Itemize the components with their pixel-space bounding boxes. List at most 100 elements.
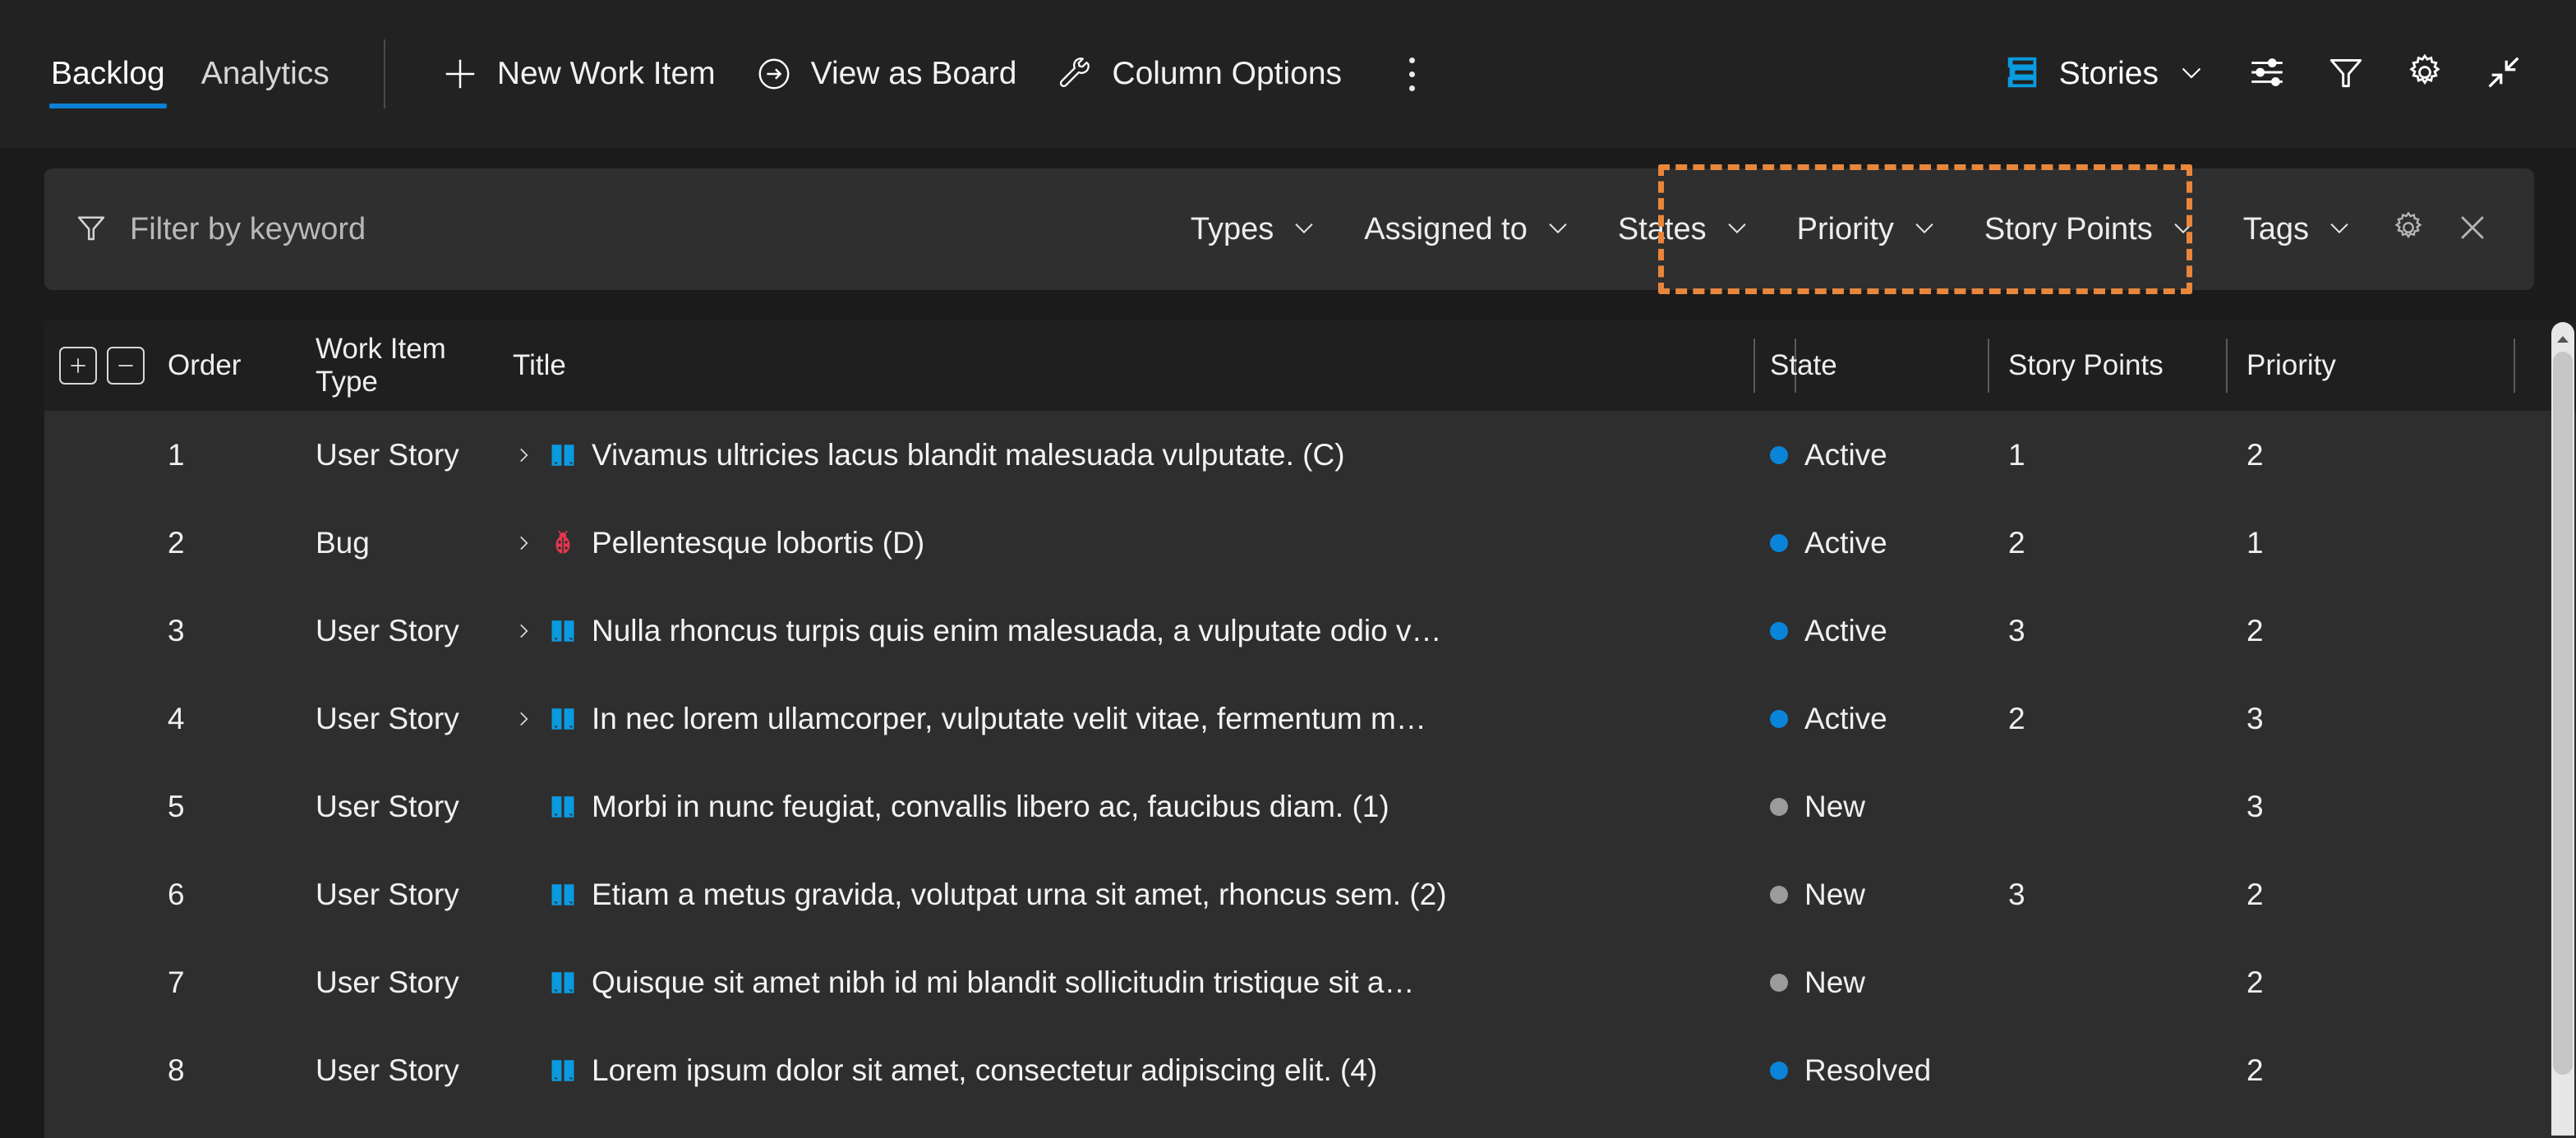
filter-pill-assigned-to[interactable]: Assigned to xyxy=(1341,188,1595,270)
filter-pill-assigned-to-label: Assigned to xyxy=(1364,211,1528,246)
keyword-filter[interactable]: Filter by keyword xyxy=(74,210,366,249)
work-item-title-link[interactable]: Pellentesque lobortis (D) xyxy=(592,526,924,560)
settings-button[interactable] xyxy=(2385,0,2464,148)
user-story-book-icon xyxy=(549,969,577,997)
column-header-priority[interactable]: Priority xyxy=(2247,349,2509,382)
filter-pill-states-label: States xyxy=(1617,211,1707,246)
cell-story-points[interactable]: 3 xyxy=(2008,878,2247,912)
cell-work-item-type: User Story xyxy=(316,613,459,647)
cell-priority[interactable]: 2 xyxy=(2247,878,2509,912)
cell-priority[interactable]: 2 xyxy=(2247,965,2509,1000)
cell-priority[interactable]: 3 xyxy=(2247,790,2509,824)
table-row[interactable]: 7 User Story Quisque sit amet nibh id mi b… xyxy=(44,938,2576,1026)
new-work-item-label: New Work Item xyxy=(496,56,716,91)
column-divider[interactable] xyxy=(2514,339,2515,393)
kebab-menu-icon[interactable] xyxy=(1383,0,1440,148)
filter-bar-inner: Filter by keyword Types Assigned to Stat xyxy=(44,168,2534,290)
work-item-title-link[interactable]: Lorem ipsum dolor sit amet, consectetur … xyxy=(592,1053,1377,1088)
column-header-order[interactable]: Order xyxy=(168,349,316,382)
cell-order: 7 xyxy=(168,965,185,999)
column-divider[interactable] xyxy=(1988,339,1989,393)
filter-button[interactable] xyxy=(2306,0,2385,148)
exit-fullscreen-icon xyxy=(2482,51,2525,98)
vertical-scrollbar[interactable] xyxy=(2551,322,2574,1136)
table-row[interactable]: 4 User Story In nec lorem ullamcorper, vul… xyxy=(44,675,2576,763)
column-options-label: Column Options xyxy=(1112,56,1343,91)
chevron-right-icon[interactable] xyxy=(513,619,534,643)
state-label: Active xyxy=(1804,613,1887,647)
column-header-title[interactable]: Title xyxy=(513,349,1770,382)
user-story-book-icon xyxy=(549,705,577,733)
filter-pill-story-points[interactable]: Story Points xyxy=(1961,188,2220,270)
table-row[interactable]: 5 User Story Morbi in nunc feugiat, conval… xyxy=(44,763,2576,850)
tab-analytics-label: Analytics xyxy=(200,56,329,91)
search-input[interactable]: Filter by keyword xyxy=(130,212,366,247)
expand-all-button[interactable] xyxy=(59,347,97,385)
backlog-level-selector[interactable]: Stories xyxy=(1982,0,2228,148)
cell-priority[interactable]: 2 xyxy=(2247,614,2509,648)
view-options-button[interactable] xyxy=(2228,0,2306,148)
user-story-book-icon xyxy=(549,881,577,909)
status-dot-icon xyxy=(1770,1061,1788,1080)
cell-title: Pellentesque lobortis (D) xyxy=(513,526,1770,560)
exit-fullscreen-button[interactable] xyxy=(2464,0,2543,148)
cell-title: Lorem ipsum dolor sit amet, consectetur … xyxy=(513,1053,1770,1088)
tab-analytics[interactable]: Analytics xyxy=(183,0,348,148)
cell-story-points[interactable]: 1 xyxy=(2008,438,2247,472)
command-bar: Backlog Analytics New Work Item View as … xyxy=(0,0,2576,148)
table-row[interactable]: 3 User Story Nulla rhoncus turpis quis eni… xyxy=(44,587,2576,675)
view-as-board-button[interactable]: View as Board xyxy=(735,0,1037,148)
status-dot-icon xyxy=(1770,709,1788,728)
chevron-down-icon xyxy=(1723,214,1751,246)
table-row[interactable]: 8 User Story Lorem ipsum dolor sit amet, c… xyxy=(44,1026,2576,1114)
cell-work-item-type: User Story xyxy=(316,877,459,911)
column-header-story-points[interactable]: Story Points xyxy=(2008,349,2247,382)
column-divider[interactable] xyxy=(2226,339,2228,393)
status-dot-icon xyxy=(1770,621,1788,640)
cell-work-item-type: Bug xyxy=(316,525,370,560)
cell-story-points[interactable]: 2 xyxy=(2008,702,2247,736)
filter-pill-tags[interactable]: Tags xyxy=(2220,188,2376,270)
scrollbar-thumb[interactable] xyxy=(2553,352,2573,1075)
cell-state: Resolved xyxy=(1770,1053,2008,1088)
chevron-right-icon[interactable] xyxy=(513,531,534,555)
filter-funnel-icon xyxy=(2325,52,2366,97)
table-row[interactable]: 6 User Story Etiam a metus gravida, volutp… xyxy=(44,850,2576,938)
cell-story-points[interactable]: 2 xyxy=(2008,526,2247,560)
cell-priority[interactable]: 2 xyxy=(2247,438,2509,472)
filter-pill-priority[interactable]: Priority xyxy=(1774,188,1961,270)
work-item-title-link[interactable]: In nec lorem ullamcorper, vulputate veli… xyxy=(592,702,1426,736)
new-work-item-button[interactable]: New Work Item xyxy=(422,0,735,148)
chevron-down-icon xyxy=(2177,58,2206,91)
table-row[interactable]: 2 Bug Pellentesque lobortis (D) Active 2 1 xyxy=(44,499,2576,587)
tab-backlog[interactable]: Backlog xyxy=(33,0,183,148)
close-filter-button[interactable] xyxy=(2440,188,2505,270)
work-item-title-link[interactable]: Quisque sit amet nibh id mi blandit soll… xyxy=(592,965,1415,1000)
work-item-title-link[interactable]: Etiam a metus gravida, volutpat urna sit… xyxy=(592,878,1447,912)
cell-title: Nulla rhoncus turpis quis enim malesuada… xyxy=(513,614,1770,648)
filter-settings-button[interactable] xyxy=(2376,188,2440,270)
column-header-work-item-type[interactable]: Work Item Type xyxy=(316,333,513,399)
work-item-title-link[interactable]: Nulla rhoncus turpis quis enim malesuada… xyxy=(592,614,1442,648)
cell-priority[interactable]: 3 xyxy=(2247,702,2509,736)
cell-order: 2 xyxy=(168,525,185,560)
chevron-right-icon[interactable] xyxy=(513,707,534,731)
chevron-right-icon[interactable] xyxy=(513,443,534,468)
filter-pill-states[interactable]: States xyxy=(1595,188,1774,270)
table-row[interactable]: 1 User Story Vivamus ultricies lacus bland… xyxy=(44,411,2576,499)
backlog-page: Backlog Analytics New Work Item View as … xyxy=(0,0,2576,1138)
state-label: New xyxy=(1804,789,1866,823)
scroll-up-arrow-icon[interactable] xyxy=(2551,329,2574,350)
grid-body: 1 User Story Vivamus ultricies lacus bland… xyxy=(44,411,2576,1138)
column-options-button[interactable]: Column Options xyxy=(1036,0,1362,148)
cell-priority[interactable]: 1 xyxy=(2247,526,2509,560)
cell-order: 4 xyxy=(168,701,185,735)
work-item-title-link[interactable]: Vivamus ultricies lacus blandit malesuad… xyxy=(592,438,1345,472)
cell-story-points[interactable]: 3 xyxy=(2008,614,2247,648)
collapse-all-button[interactable] xyxy=(107,347,145,385)
state-label: Active xyxy=(1804,437,1887,472)
column-header-state[interactable]: State xyxy=(1770,349,2008,382)
work-item-title-link[interactable]: Morbi in nunc feugiat, convallis libero … xyxy=(592,790,1389,824)
cell-priority[interactable]: 2 xyxy=(2247,1053,2509,1088)
filter-pill-types[interactable]: Types xyxy=(1168,188,1341,270)
